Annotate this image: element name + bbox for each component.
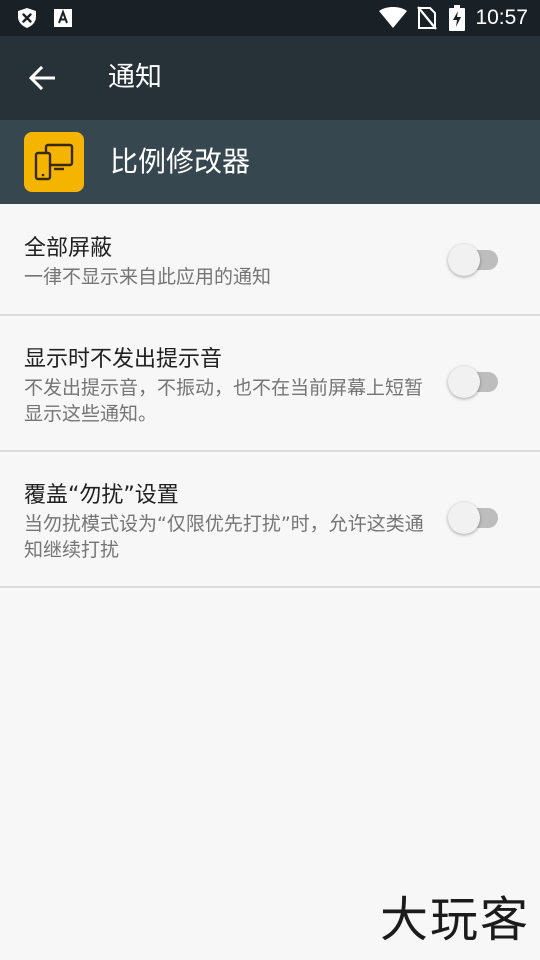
app-header: 比例修改器 xyxy=(0,120,540,204)
setting-description: 一律不显示来自此应用的通知 xyxy=(24,266,272,288)
battery-charging-icon xyxy=(449,5,466,31)
toggle-thumb xyxy=(448,366,480,398)
clock: 10:57 xyxy=(475,6,528,29)
text-a-icon xyxy=(52,7,74,29)
shield-x-icon xyxy=(16,7,38,29)
toggle-thumb xyxy=(448,244,480,276)
silent-setting[interactable]: 显示时不发出提示音 不发出提示音，不振动，也不在当前屏幕上短暂显示这些通知。 xyxy=(0,316,540,452)
settings-list: 全部屏蔽 一律不显示来自此应用的通知 显示时不发出提示音 不发出提示音，不振动，… xyxy=(0,204,540,588)
override-dnd-toggle[interactable] xyxy=(448,500,500,536)
app-name: 比例修改器 xyxy=(110,145,251,178)
setting-description: 当勿扰模式设为“仅限优先打扰”时，允许这类通知继续打扰 xyxy=(24,513,424,561)
status-bar: 10:57 xyxy=(0,0,540,36)
setting-title: 覆盖“勿扰”设置 xyxy=(24,483,179,508)
setting-title: 全部屏蔽 xyxy=(24,236,113,261)
devices-icon xyxy=(32,142,76,182)
setting-description: 不发出提示音，不振动，也不在当前屏幕上短暂显示这些通知。 xyxy=(24,377,424,425)
arrow-left-icon xyxy=(28,65,56,91)
block-all-setting[interactable]: 全部屏蔽 一律不显示来自此应用的通知 xyxy=(0,204,540,316)
app-icon xyxy=(24,132,84,192)
watermark: 大玩客 xyxy=(379,892,530,948)
toggle-thumb xyxy=(448,502,480,534)
setting-title: 显示时不发出提示音 xyxy=(24,347,223,372)
no-sim-icon xyxy=(417,6,438,30)
override-dnd-setting[interactable]: 覆盖“勿扰”设置 当勿扰模式设为“仅限优先打扰”时，允许这类通知继续打扰 xyxy=(0,452,540,588)
toolbar: 通知 xyxy=(0,36,540,120)
status-bar-right: 10:57 xyxy=(379,0,528,36)
notification-settings-screen: 10:57 通知 比例修改器 全部屏蔽 一律不显示来自此应用的通知 显示时不发出… xyxy=(0,0,540,960)
wifi-icon xyxy=(379,7,408,29)
block-all-toggle[interactable] xyxy=(448,242,500,278)
silent-toggle[interactable] xyxy=(448,364,500,400)
page-title: 通知 xyxy=(108,62,162,93)
back-button[interactable] xyxy=(18,54,66,102)
